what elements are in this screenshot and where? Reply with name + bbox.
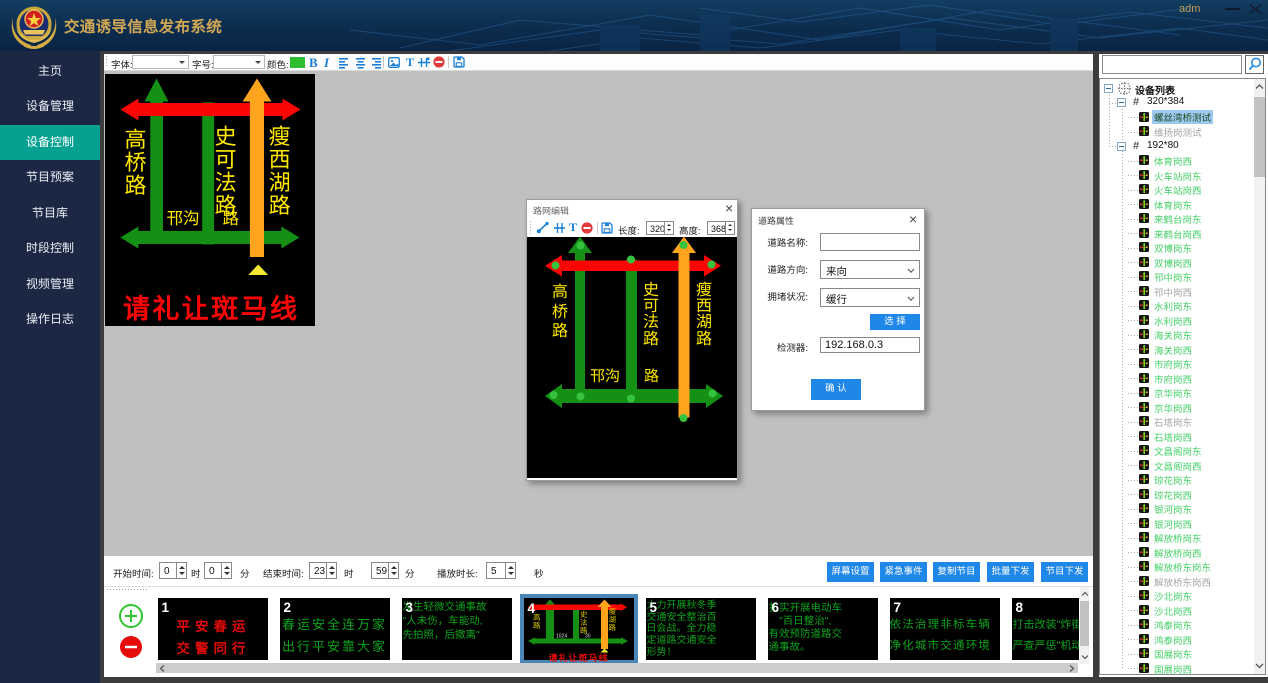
svg-text:30: 30 bbox=[585, 634, 591, 640]
svg-text:路: 路 bbox=[608, 623, 616, 632]
svg-text:1024: 1024 bbox=[556, 634, 567, 640]
svg-text:路: 路 bbox=[533, 621, 541, 630]
